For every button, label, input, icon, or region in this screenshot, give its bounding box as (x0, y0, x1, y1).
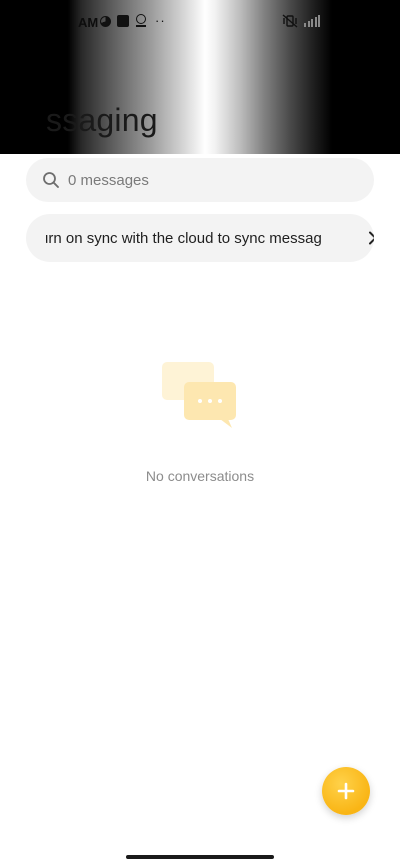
location-icon (135, 14, 147, 28)
app-header: AM ·· ssaging (0, 0, 400, 154)
sync-banner-text-clip: urn on sync with the cloud to sync messa… (46, 230, 353, 247)
search-input[interactable]: 0 messages (68, 172, 149, 189)
page-title: ssaging (46, 102, 158, 138)
home-indicator[interactable] (126, 855, 274, 859)
vibrate-off-icon (282, 14, 298, 28)
new-conversation-button[interactable] (322, 767, 370, 815)
search-bar[interactable]: 0 messages (26, 158, 374, 202)
status-bar: AM ·· (0, 10, 400, 34)
sync-banner-text: urn on sync with the cloud to sync messa… (46, 230, 322, 247)
search-icon (43, 172, 59, 188)
app-notification-icon (117, 15, 129, 27)
chevron-right-icon[interactable] (366, 231, 374, 245)
plus-icon (337, 782, 355, 800)
sync-banner[interactable]: urn on sync with the cloud to sync messa… (26, 214, 374, 262)
status-time: AM (78, 15, 99, 30)
more-notifications-icon: ·· (155, 13, 166, 28)
empty-state-text: No conversations (145, 468, 255, 484)
status-notification-icons: ·· (100, 14, 166, 28)
messaging-screen: AM ·· ssaging 0 messages urn on sync wit… (0, 0, 400, 866)
data-saver-icon (100, 15, 111, 27)
signal-icon (304, 15, 320, 27)
chat-bubbles-icon (162, 362, 236, 428)
status-system-icons (282, 14, 320, 28)
